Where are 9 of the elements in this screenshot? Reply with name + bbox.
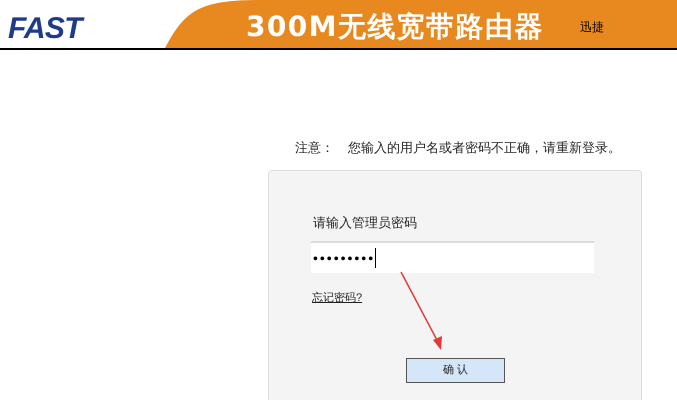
product-title: 300M无线宽带路由器 xyxy=(246,9,544,45)
confirm-button[interactable]: 确 认 xyxy=(406,358,505,383)
error-message: 您输入的用户名或者密码不正确，请重新登录。 xyxy=(348,139,621,157)
forgot-password-link[interactable]: 忘记密码? xyxy=(312,290,362,306)
header-subtitle: 迅捷 xyxy=(580,19,604,36)
password-field[interactable]: ••••••••• xyxy=(311,241,594,273)
brand-logo: FAST xyxy=(8,6,82,51)
password-label: 请输入管理员密码 xyxy=(313,214,417,232)
notice-label: 注意： xyxy=(295,139,334,157)
